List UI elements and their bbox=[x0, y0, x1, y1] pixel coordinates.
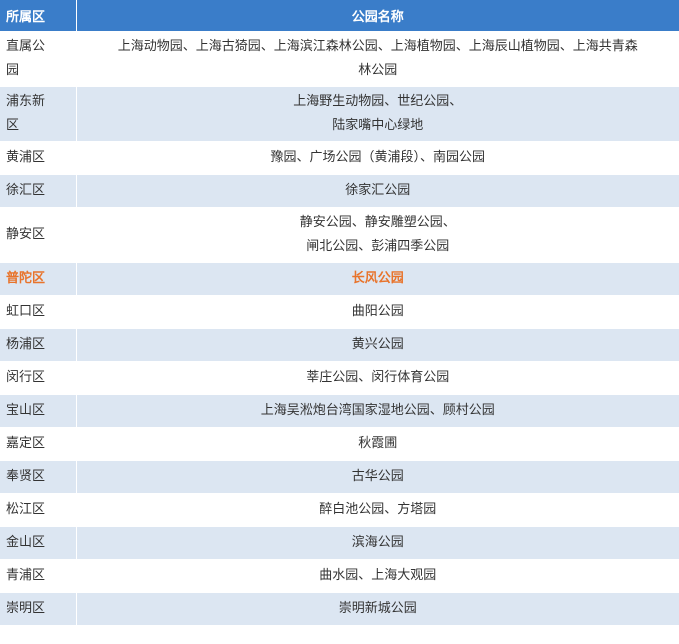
district-text: 徐汇区 bbox=[6, 182, 46, 198]
park-names-text: 崇明新城公园 bbox=[338, 600, 417, 616]
park-names-text: 上海野生动物园、世纪公园、 bbox=[293, 93, 463, 109]
district-cell: 松江区 bbox=[0, 492, 77, 526]
header-row: 所属区 公园名称 bbox=[0, 0, 679, 31]
table-row: 静安区 静安公园、静安雕塑公园、 闸北公园、彭浦四季公园 bbox=[0, 206, 679, 262]
table-row: 直属公园上海动物园、上海古猗园、上海滨江森林公园、上海植物园、上海辰山植物园、上… bbox=[0, 30, 679, 86]
park-names-text: 曲水园、上海大观园 bbox=[319, 567, 437, 583]
park-names-cell: 秋霞圃 bbox=[76, 426, 679, 460]
district-cell: 黄浦区 bbox=[0, 140, 77, 174]
district-cell: 青浦区 bbox=[0, 558, 77, 592]
park-names-text: 秋霞圃 bbox=[358, 435, 398, 451]
park-names-text: 徐家汇公园 bbox=[345, 182, 411, 198]
park-names-cell: 曲水园、上海大观园 bbox=[76, 558, 679, 592]
district-cell: 金山区 bbox=[0, 525, 77, 559]
header-district: 所属区 bbox=[0, 0, 77, 31]
table-row: 闵行区 莘庄公园、闵行体育公园 bbox=[0, 360, 679, 394]
table-row: 崇明区 崇明新城公园 bbox=[0, 591, 679, 625]
header-parks: 公园名称 bbox=[351, 9, 404, 25]
park-names-cell: 崇明新城公园 bbox=[76, 591, 679, 625]
park-names-cell: 黄兴公园 bbox=[76, 327, 679, 361]
district-cell: 普陀区 bbox=[0, 261, 77, 295]
district-cell: 崇明区 bbox=[0, 591, 77, 625]
district-cell: 奉贤区 bbox=[0, 459, 77, 493]
park-names-text: 上海吴淞炮台湾国家湿地公园、顾村公园 bbox=[260, 402, 495, 418]
district-cell: 虹口区 bbox=[0, 294, 77, 328]
district-text: 区 bbox=[6, 117, 20, 133]
table-body: 直属公园上海动物园、上海古猗园、上海滨江森林公园、上海植物园、上海辰山植物园、上… bbox=[0, 30, 679, 625]
district-cell: 闵行区 bbox=[0, 360, 77, 394]
district-text: 黄浦区 bbox=[6, 149, 46, 165]
district-cell: 徐汇区 bbox=[0, 173, 77, 207]
park-names-text: 黄兴公园 bbox=[351, 336, 404, 352]
district-text: 园 bbox=[6, 62, 20, 78]
park-names-text: 闸北公园、彭浦四季公园 bbox=[306, 238, 450, 254]
district-cell: 静安区 bbox=[0, 206, 77, 262]
park-names-cell: 静安公园、静安雕塑公园、 闸北公园、彭浦四季公园 bbox=[76, 206, 679, 262]
park-names-text: 曲阳公园 bbox=[351, 303, 404, 319]
district-cell: 浦东新区 bbox=[0, 85, 77, 141]
park-names-cell: 徐家汇公园 bbox=[76, 173, 679, 207]
table-row: 黄浦区 豫园、广场公园（黄浦段）、南园公园 bbox=[0, 140, 679, 174]
park-names-text: 长风公园 bbox=[351, 270, 404, 286]
district-cell: 宝山区 bbox=[0, 393, 77, 427]
table-row: 青浦区 曲水园、上海大观园 bbox=[0, 558, 679, 592]
park-names-text: 陆家嘴中心绿地 bbox=[332, 117, 424, 133]
park-names-text: 醉白池公园、方塔园 bbox=[319, 501, 437, 517]
table-row: 浦东新区上海野生动物园、世纪公园、 陆家嘴中心绿地 bbox=[0, 85, 679, 141]
park-names-text: 古华公园 bbox=[351, 468, 404, 484]
park-names-text: 豫园、广场公园（黄浦段）、南园公园 bbox=[270, 149, 485, 165]
district-text: 浦东新 bbox=[6, 93, 46, 109]
district-cell: 杨浦区 bbox=[0, 327, 77, 361]
park-names-cell: 长风公园 bbox=[76, 261, 679, 295]
district-cell: 直属公园 bbox=[0, 30, 77, 86]
district-text: 宝山区 bbox=[6, 402, 46, 418]
park-names-cell: 古华公园 bbox=[76, 459, 679, 493]
district-text: 嘉定区 bbox=[6, 435, 46, 451]
park-names-cell: 滨海公园 bbox=[76, 525, 679, 559]
district-text: 奉贤区 bbox=[6, 468, 46, 484]
district-text: 松江区 bbox=[6, 501, 46, 517]
parks-table: 所属区 公园名称 直属公园上海动物园、上海古猗园、上海滨江森林公园、上海植物园、… bbox=[0, 0, 679, 625]
park-names-cell: 上海野生动物园、世纪公园、 陆家嘴中心绿地 bbox=[76, 85, 679, 141]
district-text: 直属公 bbox=[6, 38, 46, 54]
table-row: 杨浦区 黄兴公园 bbox=[0, 327, 679, 361]
park-names-cell: 豫园、广场公园（黄浦段）、南园公园 bbox=[76, 140, 679, 174]
district-text: 闵行区 bbox=[6, 369, 46, 385]
park-names-text: 莘庄公园、闵行体育公园 bbox=[306, 369, 450, 385]
district-text: 普陀区 bbox=[6, 270, 46, 286]
park-names-text: 林公园 bbox=[358, 62, 398, 78]
district-text: 青浦区 bbox=[6, 567, 46, 583]
park-names-cell: 曲阳公园 bbox=[76, 294, 679, 328]
park-names-text: 上海动物园、上海古猗园、上海滨江森林公园、上海植物园、上海辰山植物园、上海共青森 bbox=[117, 38, 638, 54]
park-names-cell: 上海动物园、上海古猗园、上海滨江森林公园、上海植物园、上海辰山植物园、上海共青森… bbox=[76, 30, 679, 86]
table-header: 所属区 公园名称 bbox=[0, 0, 679, 31]
district-text: 崇明区 bbox=[6, 600, 46, 616]
table-row: 普陀区 长风公园 bbox=[0, 261, 679, 295]
park-names-text: 滨海公园 bbox=[351, 534, 404, 550]
table-row: 松江区 醉白池公园、方塔园 bbox=[0, 492, 679, 526]
park-names-cell: 莘庄公园、闵行体育公园 bbox=[76, 360, 679, 394]
district-cell: 嘉定区 bbox=[0, 426, 77, 460]
district-text: 虹口区 bbox=[6, 303, 46, 319]
district-text: 金山区 bbox=[6, 534, 46, 550]
table-row: 奉贤区 古华公园 bbox=[0, 459, 679, 493]
table-row: 虹口区 曲阳公园 bbox=[0, 294, 679, 328]
table-row: 徐汇区 徐家汇公园 bbox=[0, 173, 679, 207]
park-names-text: 静安公园、静安雕塑公园、 bbox=[299, 214, 456, 230]
district-text: 杨浦区 bbox=[6, 336, 46, 352]
table-row: 嘉定区 秋霞圃 bbox=[0, 426, 679, 460]
district-text: 静安区 bbox=[6, 226, 46, 242]
table-row: 金山区 滨海公园 bbox=[0, 525, 679, 559]
park-names-cell: 醉白池公园、方塔园 bbox=[76, 492, 679, 526]
table-row: 宝山区 上海吴淞炮台湾国家湿地公园、顾村公园 bbox=[0, 393, 679, 427]
park-names-cell: 上海吴淞炮台湾国家湿地公园、顾村公园 bbox=[76, 393, 679, 427]
